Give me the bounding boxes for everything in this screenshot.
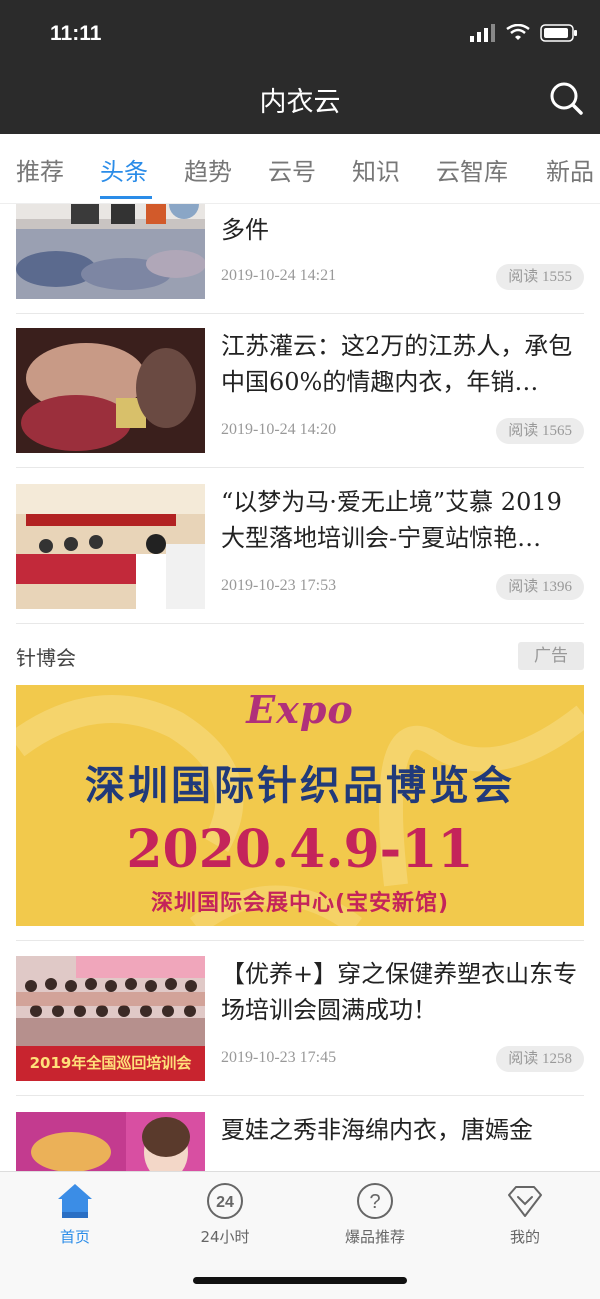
article-date: 2019-10-23 17:53: [221, 577, 337, 594]
tab-recommend[interactable]: 推荐: [16, 152, 64, 187]
read-count-badge: 阅读 1396: [496, 574, 584, 600]
tabbar-hot-products[interactable]: ? 爆品推荐: [300, 1182, 450, 1252]
news-feed[interactable]: 多件 2019-10-24 14:21 阅读 1555 江苏灌云：这2万的江苏人…: [0, 204, 600, 1171]
ad-badge: 广告: [518, 642, 584, 670]
article-title: 多件: [221, 216, 269, 244]
category-tabs: 推荐 头条 趋势 云号 知识 云智库 新品: [0, 134, 600, 204]
status-bar: 11:11: [0, 0, 600, 66]
article-title: “以梦为马·爱无止境”艾慕 2019 大型落地培训会-宁夏站惊艳…: [221, 488, 562, 552]
svg-text:24: 24: [216, 1194, 234, 1211]
tabbar-profile[interactable]: 我的: [450, 1182, 600, 1252]
status-time: 11:11: [50, 22, 102, 45]
article-item[interactable]: 2019年全国巡回培训会 【优养+】穿之保健养塑衣山东专场培训会圆满成功！ 20…: [16, 940, 584, 1096]
tab-think-tank[interactable]: 云智库: [436, 152, 508, 187]
status-icons: [470, 24, 578, 42]
active-tab-indicator: [100, 196, 152, 199]
read-count-badge: 阅读 1555: [496, 264, 584, 290]
article-item[interactable]: “以梦为马·爱无止境”艾慕 2019 大型落地培训会-宁夏站惊艳… 2019-1…: [16, 468, 584, 624]
app-title: 内衣云: [259, 87, 341, 118]
search-icon[interactable]: [548, 80, 584, 116]
tab-trends[interactable]: 趋势: [184, 152, 232, 187]
tab-cloud-accounts[interactable]: 云号: [268, 152, 316, 187]
ad-dates: 2020.4.9-11: [126, 819, 474, 880]
article-item[interactable]: 多件 2019-10-24 14:21 阅读 1555: [16, 204, 584, 314]
app-header: 内衣云: [0, 66, 600, 134]
ad-header: 针博会 广告: [16, 642, 584, 674]
article-thumbnail: [16, 328, 205, 453]
article-thumbnail: [16, 484, 205, 609]
battery-icon: [540, 24, 577, 42]
article-date: 2019-10-24 14:20: [221, 421, 337, 438]
article-thumbnail: [16, 1112, 205, 1171]
svg-text:?: ?: [369, 1191, 380, 1213]
article-item[interactable]: 江苏灌云：这2万的江苏人，承包中国60%的情趣内衣，年销… 2019-10-24…: [16, 312, 584, 468]
article-title: 江苏灌云：这2万的江苏人，承包中国60%的情趣内衣，年销…: [221, 332, 573, 396]
wifi-icon: [506, 24, 530, 40]
tab-knowledge[interactable]: 知识: [352, 152, 400, 187]
article-date: 2019-10-23 17:45: [221, 1049, 337, 1066]
tabbar-hot-products-label: 爆品推荐: [344, 1228, 405, 1246]
ad-venue: 深圳国际会展中心(宝安新馆): [150, 891, 450, 916]
article-date: 2019-10-24 14:21: [221, 267, 337, 284]
read-count-badge: 阅读 1565: [496, 418, 584, 444]
tabbar-home[interactable]: 首页: [0, 1182, 150, 1252]
tabbar-24h[interactable]: 24 24小时: [150, 1182, 300, 1252]
home-icon: [58, 1184, 92, 1218]
ad-headline: 深圳国际针织品博览会: [85, 763, 515, 809]
cellular-signal-icon: [470, 24, 495, 42]
24-hours-icon: 24: [207, 1183, 243, 1219]
ad-source-label: 针博会: [16, 646, 76, 670]
question-icon: ?: [357, 1183, 393, 1219]
tabbar-profile-label: 我的: [509, 1228, 540, 1246]
home-indicator: [193, 1277, 407, 1284]
article-thumbnail: [16, 204, 205, 299]
article-title: 【优养+】穿之保健养塑衣山东专场培训会圆满成功！: [221, 960, 578, 1024]
tabbar-home-label: 首页: [59, 1228, 90, 1246]
article-thumbnail: 2019年全国巡回培训会: [16, 956, 205, 1081]
tabbar-24h-label: 24小时: [200, 1228, 250, 1246]
article-item[interactable]: 夏娃之秀非海绵内衣，唐嫣金: [16, 1096, 584, 1171]
ad-banner[interactable]: Expo 深圳国际针织品博览会 2020.4.9-11 深圳国际会展中心(宝安新…: [16, 685, 584, 926]
article-title: 夏娃之秀非海绵内衣，唐嫣金: [221, 1116, 533, 1144]
photo-banner-text: 2019年全国巡回培训会: [29, 1054, 192, 1072]
read-count-badge: 阅读 1258: [496, 1046, 584, 1072]
tab-new-products[interactable]: 新品: [546, 152, 594, 187]
tab-headlines[interactable]: 头条: [100, 152, 148, 187]
expo-logo: Expo: [246, 687, 354, 732]
heart-diamond-icon: [508, 1186, 542, 1217]
